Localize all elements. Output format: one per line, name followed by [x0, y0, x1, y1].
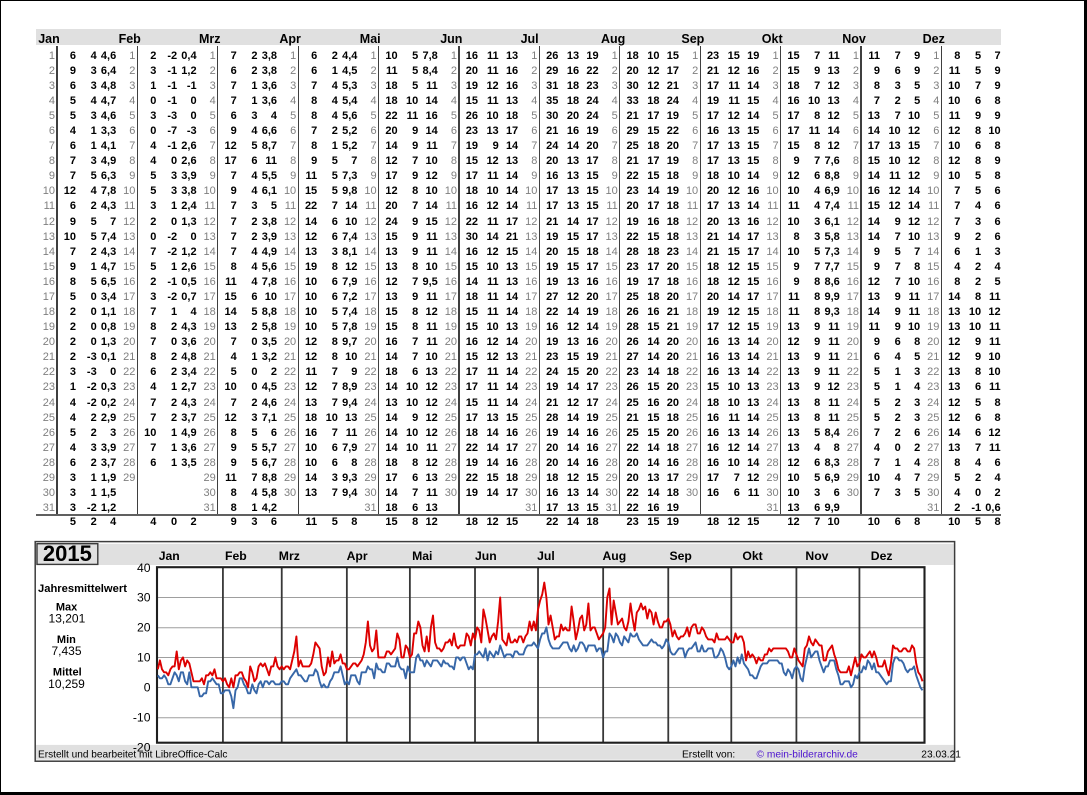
svg-text:Feb: Feb — [225, 549, 247, 563]
svg-text:Jan: Jan — [159, 549, 180, 563]
svg-text:© mein-bilderarchiv.de: © mein-bilderarchiv.de — [757, 749, 859, 760]
svg-text:0: 0 — [144, 681, 151, 695]
svg-text:40: 40 — [137, 561, 151, 575]
svg-text:Mrz: Mrz — [279, 549, 300, 563]
svg-text:Aug: Aug — [603, 549, 627, 563]
svg-text:Dez: Dez — [871, 549, 893, 563]
svg-text:Jul: Jul — [537, 549, 555, 563]
svg-text:Okt: Okt — [742, 549, 762, 563]
svg-text:23.03.21: 23.03.21 — [921, 749, 961, 760]
svg-text:10,259: 10,259 — [48, 677, 85, 691]
svg-text:Erstellt und bearbeitet mit Li: Erstellt und bearbeitet mit LibreOffice-… — [38, 749, 227, 760]
svg-text:30: 30 — [137, 591, 151, 605]
svg-text:2015: 2015 — [43, 541, 92, 566]
svg-text:Jun: Jun — [475, 549, 497, 563]
svg-text:Nov: Nov — [805, 549, 828, 563]
svg-text:13,201: 13,201 — [49, 611, 86, 625]
svg-text:Jahresmittelwert: Jahresmittelwert — [38, 583, 127, 595]
svg-text:Apr: Apr — [347, 549, 368, 563]
svg-text:Erstellt von:: Erstellt von: — [682, 749, 735, 760]
svg-text:7,435: 7,435 — [51, 644, 81, 658]
svg-text:10: 10 — [137, 651, 151, 665]
svg-text:20: 20 — [137, 621, 151, 635]
svg-text:Sep: Sep — [670, 549, 692, 563]
svg-text:Mai: Mai — [412, 549, 432, 563]
svg-text:-10: -10 — [133, 710, 151, 724]
